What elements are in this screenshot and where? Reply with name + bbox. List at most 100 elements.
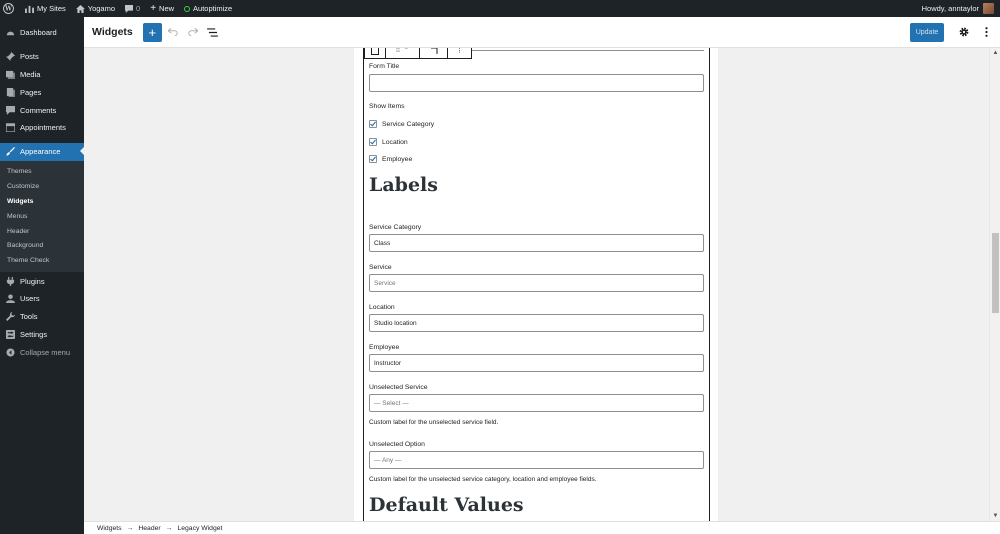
autoptimize-label: Autoptimize bbox=[193, 4, 233, 13]
drag-handle-icon: ⁞⁞ bbox=[396, 48, 400, 54]
show-location-checkbox-row[interactable]: Location bbox=[369, 138, 408, 146]
sidebar-item-label: Comments bbox=[20, 105, 57, 115]
scrollbar-thumb[interactable] bbox=[992, 233, 999, 313]
sidebar-item-tools[interactable]: Tools bbox=[0, 308, 84, 326]
options-button[interactable] bbox=[980, 24, 992, 40]
sidebar-item-users[interactable]: Users bbox=[0, 290, 84, 308]
sidebar-item-label: Media bbox=[20, 69, 41, 79]
collapse-menu-label: Collapse menu bbox=[20, 347, 71, 357]
list-view-button[interactable] bbox=[204, 23, 222, 41]
checkbox-checked[interactable] bbox=[369, 120, 377, 128]
sidebar-item-appointments[interactable]: Appointments bbox=[0, 119, 84, 137]
checkmark-icon bbox=[370, 121, 376, 127]
sidebar-item-pages[interactable]: Pages bbox=[0, 83, 84, 101]
scroll-down-arrow-icon[interactable]: ▼ bbox=[992, 512, 999, 520]
comment-icon bbox=[5, 105, 15, 115]
checkmark-icon bbox=[370, 139, 376, 145]
sidebar-item-media[interactable]: Media bbox=[0, 66, 84, 84]
submenu-item-header[interactable]: Header bbox=[0, 224, 84, 239]
submenu-item-background[interactable]: Background bbox=[0, 239, 84, 254]
sidebar-item-comments[interactable]: Comments bbox=[0, 101, 84, 119]
my-sites-link[interactable]: My Sites bbox=[20, 0, 71, 17]
employee-input[interactable]: Instructor bbox=[369, 354, 704, 372]
redo-button[interactable] bbox=[184, 23, 202, 41]
sidebar-item-dashboard[interactable]: Dashboard bbox=[0, 24, 84, 42]
submenu-item-widgets[interactable]: Widgets bbox=[0, 194, 84, 209]
site-name-link[interactable]: Yogamo bbox=[71, 0, 120, 17]
settings-button[interactable] bbox=[956, 24, 972, 40]
undo-icon bbox=[167, 28, 178, 36]
legacy-widget-block[interactable]: ⁞⁞ ⌃ ⁝ Form Title Show Items Service Cat… bbox=[363, 48, 710, 521]
page-title: Widgets bbox=[92, 26, 133, 38]
breadcrumb-item-header[interactable]: Header bbox=[138, 525, 160, 532]
widget-block-icon bbox=[371, 48, 379, 55]
my-sites-label: My Sites bbox=[37, 4, 66, 13]
gear-icon bbox=[959, 27, 969, 37]
dashboard-icon bbox=[5, 28, 15, 38]
transform-icon bbox=[430, 48, 437, 54]
list-view-icon bbox=[207, 27, 219, 37]
sidebar-item-appearance[interactable]: Appearance bbox=[0, 142, 84, 161]
avatar bbox=[983, 3, 994, 14]
submenu-item-menus[interactable]: Menus bbox=[0, 209, 84, 224]
submenu-item-customize[interactable]: Customize bbox=[0, 179, 84, 194]
block-options-button[interactable]: ⁝ bbox=[448, 48, 471, 58]
location-input[interactable]: Studio location bbox=[369, 314, 704, 332]
wordpress-logo-icon[interactable]: W bbox=[0, 0, 20, 17]
collapse-menu-button[interactable]: Collapse menu bbox=[0, 343, 84, 361]
new-content-link[interactable]: + New bbox=[145, 0, 179, 17]
move-controls[interactable]: ⁞⁞ ⌃ bbox=[386, 48, 420, 58]
media-icon bbox=[5, 69, 15, 79]
breadcrumb-item-widgets[interactable]: Widgets bbox=[97, 525, 122, 532]
default-values-heading: Default Values bbox=[369, 494, 524, 516]
unselected-service-label: Unselected Service bbox=[369, 384, 428, 391]
my-sites-icon bbox=[25, 5, 34, 13]
pages-icon bbox=[5, 87, 15, 97]
more-icon: ⁝ bbox=[458, 48, 461, 55]
submenu-item-theme-check[interactable]: Theme Check bbox=[0, 253, 84, 268]
block-type-button[interactable] bbox=[365, 48, 386, 58]
show-employee-checkbox-row[interactable]: Employee bbox=[369, 155, 412, 163]
checkbox-label: Service Category bbox=[382, 120, 435, 128]
sidebar-item-label: Plugins bbox=[20, 276, 45, 286]
my-account-link[interactable]: Howdy, anntaylor bbox=[922, 3, 1000, 14]
editor-header: Widgets + Update bbox=[84, 17, 1000, 48]
sidebar-item-label: Settings bbox=[20, 329, 48, 339]
svg-text:W: W bbox=[4, 6, 12, 13]
sidebar-item-label: Posts bbox=[20, 52, 39, 62]
sidebar-item-posts[interactable]: Posts bbox=[0, 48, 84, 66]
breadcrumb-item-legacy-widget[interactable]: Legacy Widget bbox=[177, 525, 222, 532]
checkbox-checked[interactable] bbox=[369, 138, 377, 146]
submenu-item-themes[interactable]: Themes bbox=[0, 165, 84, 180]
location-label: Location bbox=[369, 304, 395, 311]
unselected-service-input[interactable]: — Select — bbox=[369, 394, 704, 412]
autoptimize-link[interactable]: Autoptimize bbox=[179, 0, 237, 17]
admin-sidebar: Dashboard Posts Media Pages Comments App… bbox=[0, 17, 84, 534]
update-button[interactable]: Update bbox=[910, 23, 944, 42]
breadcrumb: Widgets → Header → Legacy Widget bbox=[84, 521, 1000, 534]
widgets-canvas: ⁞⁞ ⌃ ⁝ Form Title Show Items Service Cat… bbox=[84, 48, 989, 521]
calendar-icon bbox=[5, 123, 15, 133]
sidebar-item-settings[interactable]: Settings bbox=[0, 326, 84, 344]
canvas-scrollbar[interactable]: ▲ ▼ bbox=[989, 48, 1000, 521]
show-service-category-checkbox-row[interactable]: Service Category bbox=[369, 120, 434, 128]
comments-link[interactable]: 0 bbox=[120, 0, 145, 17]
form-title-input[interactable] bbox=[369, 74, 704, 92]
scroll-up-arrow-icon[interactable]: ▲ bbox=[992, 49, 999, 57]
checkbox-checked[interactable] bbox=[369, 155, 377, 163]
undo-button[interactable] bbox=[164, 23, 182, 41]
sidebar-item-plugins[interactable]: Plugins bbox=[0, 272, 84, 290]
admin-bar: W My Sites Yogamo 0 + New Autoptimize Ho… bbox=[0, 0, 1000, 17]
unselected-option-input[interactable]: — Any — bbox=[369, 451, 704, 469]
checkmark-icon bbox=[370, 156, 376, 162]
service-category-input[interactable]: Class bbox=[369, 234, 704, 252]
status-circle-icon bbox=[184, 5, 191, 12]
chevron-up-down-icon: ⌃ bbox=[403, 48, 409, 54]
wrench-icon bbox=[5, 312, 15, 322]
sidebar-item-label: Dashboard bbox=[20, 28, 57, 38]
input-edge bbox=[472, 49, 704, 51]
service-input[interactable]: Service bbox=[369, 274, 704, 292]
block-inserter-button[interactable]: + bbox=[142, 22, 162, 42]
transform-button[interactable] bbox=[420, 48, 448, 58]
users-icon bbox=[5, 294, 15, 304]
